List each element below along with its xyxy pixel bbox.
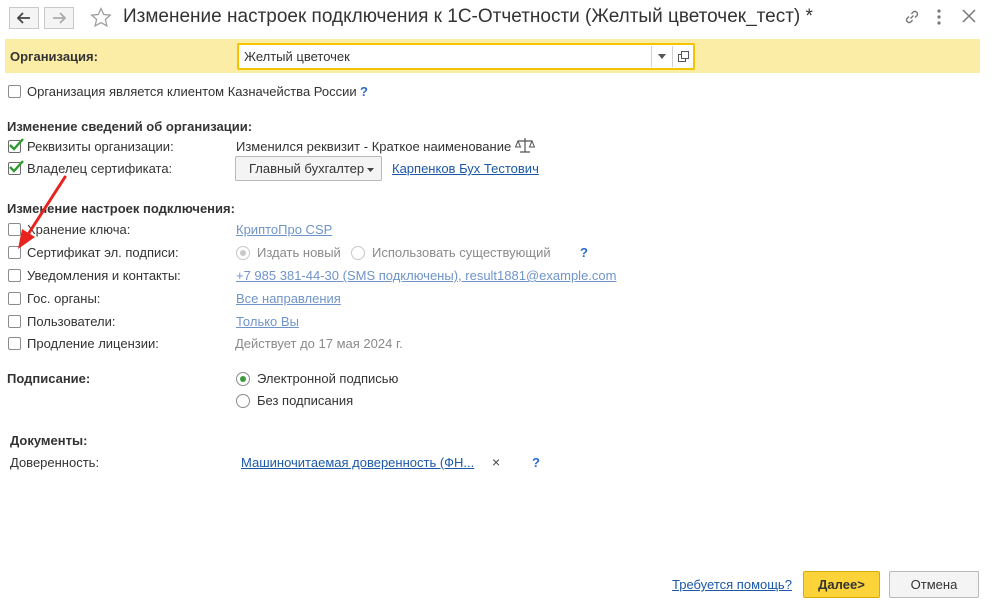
organization-field[interactable]: Желтый цветочек — [237, 43, 695, 70]
owner-role-dropdown[interactable]: Главный бухгалтер — [235, 156, 382, 181]
signing-none-radio[interactable] — [236, 394, 250, 408]
annotation-arrow — [18, 175, 67, 249]
chevron-down-icon — [658, 54, 666, 59]
scales-icon — [514, 138, 536, 153]
notify-label: Уведомления и контакты: — [27, 268, 181, 283]
star-icon — [90, 7, 112, 28]
license-label: Продление лицензии: — [27, 336, 159, 351]
notify-link[interactable]: +7 985 381-44-30 (SMS подключены), resul… — [236, 268, 616, 283]
organization-input[interactable]: Желтый цветочек — [244, 49, 350, 64]
chevron-down-icon — [367, 168, 374, 172]
back-button[interactable] — [9, 7, 39, 29]
documents-heading: Документы: — [10, 433, 88, 448]
window-title: Изменение настроек подключения к 1С-Отче… — [123, 6, 813, 27]
more-button[interactable] — [934, 8, 944, 29]
cert-new-label: Издать новый — [257, 245, 341, 260]
treasury-label: Организация является клиентом Казначейст… — [27, 84, 357, 99]
cert-existing-label: Использовать существующий — [372, 245, 551, 260]
users-link[interactable]: Только Вы — [236, 314, 299, 329]
organization-label: Организация: — [10, 49, 98, 64]
divider — [651, 46, 652, 67]
users-checkbox[interactable] — [8, 315, 21, 328]
close-icon — [962, 9, 976, 23]
gov-checkbox[interactable] — [8, 292, 21, 305]
more-icon — [937, 9, 941, 25]
compare-button[interactable] — [514, 137, 536, 157]
license-checkbox[interactable] — [8, 337, 21, 350]
org-changes-heading: Изменение сведений об организации: — [7, 119, 253, 134]
requisites-value: Изменился реквизит - Краткое наименовани… — [236, 139, 512, 154]
checkmark-icon — [9, 138, 24, 151]
signing-none-label: Без подписания — [257, 393, 354, 408]
cert-new-radio[interactable] — [236, 246, 250, 260]
treasury-checkbox[interactable] — [8, 85, 21, 98]
owner-person-link[interactable]: Карпенков Бух Тестович — [392, 161, 539, 176]
cert-existing-radio[interactable] — [351, 246, 365, 260]
license-value: Действует до 17 мая 2024 г. — [235, 336, 403, 351]
signing-electronic-radio[interactable] — [236, 372, 250, 386]
requisites-checkbox[interactable] — [8, 138, 24, 153]
signing-electronic-label: Электронной подписью — [257, 371, 399, 386]
poa-label: Доверенность: — [10, 455, 100, 470]
gov-link[interactable]: Все направления — [236, 291, 341, 306]
cancel-button[interactable]: Отмена — [889, 571, 979, 598]
organization-dropdown-button[interactable] — [653, 46, 671, 67]
organization-open-button[interactable] — [674, 46, 692, 67]
divider — [672, 46, 673, 67]
close-button[interactable] — [962, 9, 976, 26]
cert-help-icon[interactable]: ? — [580, 245, 588, 260]
requisites-label: Реквизиты организации: — [27, 139, 174, 154]
link-icon — [905, 10, 919, 24]
treasury-help-icon[interactable]: ? — [360, 84, 368, 99]
help-link[interactable]: Требуется помощь? — [672, 577, 792, 592]
gov-label: Гос. органы: — [27, 291, 101, 306]
arrow-right-icon — [53, 12, 66, 24]
owner-role-value: Главный бухгалтер — [249, 161, 365, 176]
next-button[interactable]: Далее> — [803, 571, 880, 598]
favorite-button[interactable] — [90, 7, 112, 31]
users-label: Пользователи: — [27, 314, 116, 329]
poa-clear-icon[interactable]: × — [492, 454, 500, 470]
poa-help-icon[interactable]: ? — [532, 455, 540, 470]
key-storage-link[interactable]: КриптоПро CSP — [236, 222, 332, 237]
link-button[interactable] — [903, 8, 921, 29]
forward-button[interactable] — [44, 7, 74, 29]
open-window-icon — [677, 51, 689, 62]
notify-checkbox[interactable] — [8, 269, 21, 282]
arrow-left-icon — [17, 12, 30, 24]
signing-label: Подписание: — [7, 371, 91, 386]
poa-link[interactable]: Машиночитаемая доверенность (ФН... — [241, 455, 474, 470]
